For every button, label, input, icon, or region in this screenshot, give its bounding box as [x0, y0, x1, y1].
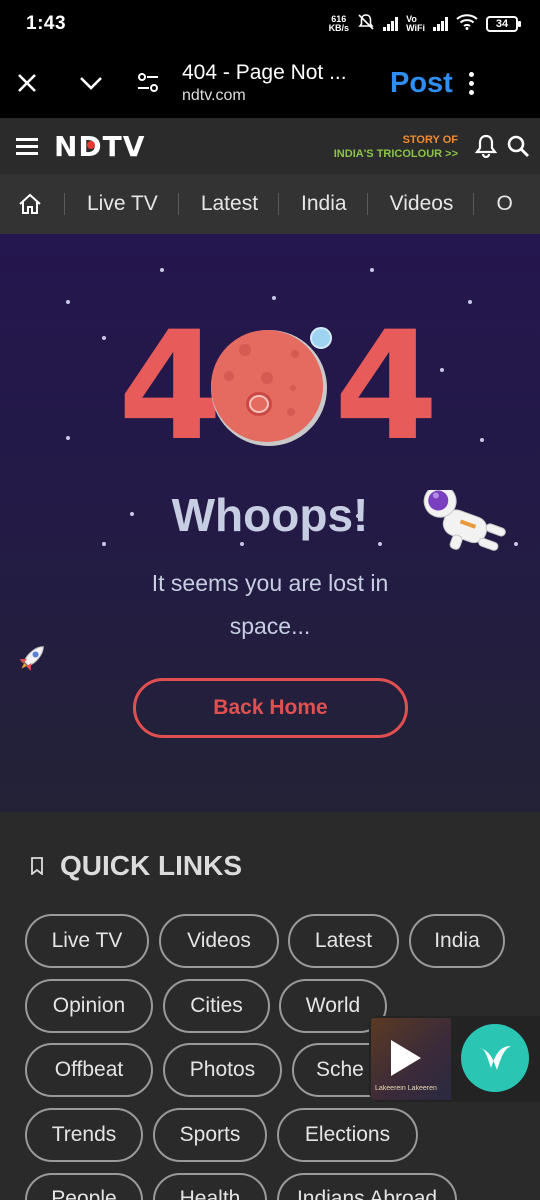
- ndtv-logo[interactable]: NDTV: [54, 130, 145, 163]
- site-header: NDTV STORY OF INDIA'S TRICOLOUR >>: [0, 118, 540, 174]
- jiosaavn-logo-icon[interactable]: [461, 1024, 529, 1092]
- nav-divider: [64, 193, 65, 215]
- promo-line1: STORY OF: [402, 134, 458, 146]
- quick-links-header: QUICK LINKS: [30, 850, 242, 882]
- status-bar: 1:43 616 KB/s Vo WiFi 34: [0, 0, 540, 48]
- browser-toolbar: 404 - Page Not ... ndtv.com Post: [0, 48, 540, 118]
- star: [440, 368, 444, 372]
- page-title: 404 - Page Not ...: [182, 61, 347, 84]
- search-icon[interactable]: [506, 134, 530, 163]
- chevron-down-icon: [80, 77, 102, 90]
- quick-link-live-tv[interactable]: Live TV: [25, 914, 149, 968]
- error-message: It seems you are lost in space...: [0, 562, 540, 648]
- signal-icon-2: [433, 17, 448, 31]
- site-settings-button[interactable]: [128, 53, 168, 113]
- page-domain: ndtv.com: [182, 87, 246, 104]
- promo-banner[interactable]: STORY OF INDIA'S TRICOLOUR >>: [334, 133, 458, 161]
- mute-bell-icon: [357, 13, 375, 36]
- quick-link-trends[interactable]: Trends: [25, 1108, 143, 1162]
- quick-link-india[interactable]: India: [409, 914, 505, 968]
- nav-divider: [177, 193, 179, 215]
- back-home-button[interactable]: Back Home: [133, 678, 408, 738]
- tune-icon: [138, 73, 158, 92]
- quick-link-photos[interactable]: Photos: [163, 1043, 282, 1097]
- signal-icon: [383, 17, 399, 31]
- url-block[interactable]: 404 - Page Not ... ndtv.com: [182, 61, 378, 105]
- vowifi-label: Vo WiFi: [406, 15, 425, 33]
- battery-icon: 34: [486, 16, 521, 32]
- bookmark-icon: [31, 857, 43, 875]
- quick-link-sports[interactable]: Sports: [153, 1108, 267, 1162]
- home-icon[interactable]: [18, 191, 44, 217]
- error-headline: Whoops!: [171, 489, 369, 541]
- error-message-text: It seems you are lost in space...: [151, 570, 389, 639]
- quick-link-videos[interactable]: Videos: [159, 914, 279, 968]
- quick-links-title: QUICK LINKS: [60, 850, 242, 881]
- nav-item-latest[interactable]: Latest: [201, 192, 258, 216]
- category-nav: Live TV Latest India Videos O: [0, 174, 540, 234]
- net-speed: 616 KB/s: [329, 15, 350, 33]
- minimize-button[interactable]: [64, 53, 118, 113]
- error-hero: 4 4 Whoops! It seems you are lost in spa…: [0, 234, 540, 812]
- bell-icon[interactable]: [474, 133, 498, 164]
- wifi-icon: [456, 13, 478, 35]
- logo-text: NDTV: [54, 129, 146, 163]
- post-button[interactable]: Post: [390, 67, 453, 100]
- nav-item-live-tv[interactable]: Live TV: [87, 192, 158, 216]
- logo-dot: [87, 140, 95, 149]
- nav-item-india[interactable]: India: [301, 192, 347, 216]
- quick-link-latest[interactable]: Latest: [288, 914, 399, 968]
- star: [272, 296, 276, 300]
- status-time: 1:43: [26, 13, 67, 34]
- more-options-icon[interactable]: [468, 71, 474, 95]
- quick-link-offbeat[interactable]: Offbeat: [25, 1043, 153, 1097]
- quick-link-elections[interactable]: Elections: [277, 1108, 418, 1162]
- star: [66, 300, 70, 304]
- play-icon[interactable]: [391, 1040, 421, 1076]
- star: [378, 542, 382, 546]
- close-icon: [18, 74, 36, 92]
- mini-player[interactable]: Lakeerein Lakeeren: [369, 1016, 540, 1102]
- star: [160, 268, 164, 272]
- quick-links-section: QUICK LINKS Live TV Videos Latest India …: [0, 812, 540, 1200]
- close-tab-button[interactable]: [0, 53, 54, 113]
- star: [102, 542, 106, 546]
- nav-item-overflow[interactable]: O: [496, 192, 512, 216]
- player-thumbnail-text: Lakeerein Lakeeren: [375, 1085, 437, 1092]
- nav-item-videos[interactable]: Videos: [390, 192, 454, 216]
- net-speed-unit: KB/s: [328, 23, 350, 33]
- quick-link-health[interactable]: Health: [153, 1173, 267, 1200]
- nav-divider: [473, 193, 475, 215]
- promo-line2: INDIA'S TRICOLOUR >>: [333, 148, 458, 160]
- quick-link-indians-abroad[interactable]: Indians Abroad: [277, 1173, 457, 1200]
- star: [514, 542, 518, 546]
- star: [240, 542, 244, 546]
- quick-link-cities[interactable]: Cities: [163, 979, 270, 1033]
- status-icons: 616 KB/s Vo WiFi 34: [329, 13, 521, 36]
- quick-link-opinion[interactable]: Opinion: [25, 979, 153, 1033]
- star: [370, 268, 374, 272]
- battery-level: 34: [495, 18, 509, 30]
- star: [468, 300, 472, 304]
- nav-divider: [278, 193, 280, 215]
- nav-divider: [366, 193, 368, 215]
- quick-link-people[interactable]: People: [25, 1173, 143, 1200]
- error-digit-right: 4: [334, 300, 439, 474]
- vowifi-line2: WiFi: [406, 23, 425, 33]
- hamburger-menu-icon[interactable]: [16, 137, 38, 155]
- star: [480, 438, 484, 442]
- star: [66, 436, 70, 440]
- planet-illustration: [205, 322, 345, 457]
- star: [102, 336, 106, 340]
